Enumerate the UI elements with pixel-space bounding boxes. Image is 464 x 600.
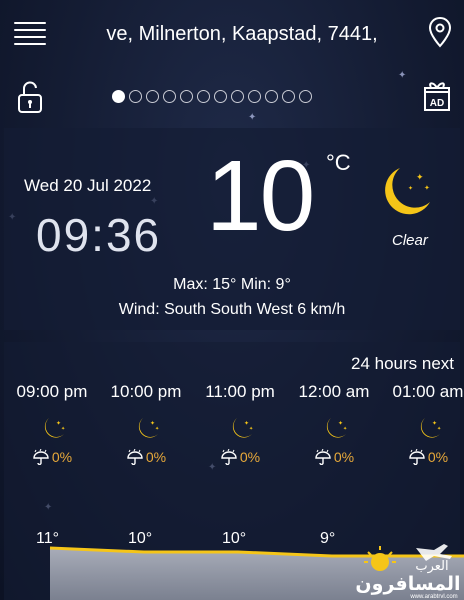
svg-text:المسافرون: المسافرون bbox=[355, 573, 460, 595]
temperature-unit: °C bbox=[326, 150, 351, 175]
hourly-time: 09:00 pm bbox=[16, 382, 88, 401]
umbrella-rain-icon bbox=[315, 449, 331, 465]
page-dot[interactable] bbox=[129, 90, 142, 103]
svg-text:AD: AD bbox=[430, 98, 444, 109]
wind-info: Wind: South South West 6 km/h bbox=[118, 301, 346, 318]
precipitation-value: 0% bbox=[145, 449, 167, 465]
precipitation: 0% bbox=[4, 449, 100, 465]
precipitation: 0% bbox=[380, 449, 464, 465]
hourly-temperature: 9° bbox=[320, 530, 336, 547]
crescent-moon-icon: ✦✦ bbox=[420, 418, 441, 438]
svg-text:✦: ✦ bbox=[408, 185, 413, 192]
precipitation-value: 0% bbox=[333, 449, 355, 465]
location-title[interactable]: ve, Milnerton, Kaapstad, 7441, bbox=[64, 22, 420, 46]
current-temperature: 10 bbox=[206, 140, 315, 252]
page-dot[interactable] bbox=[146, 90, 159, 103]
hourly-item[interactable]: 01:00 am ✦ ✦ 0% bbox=[380, 382, 464, 465]
crescent-moon-icon: ✦ ✦ ✦ bbox=[385, 168, 430, 215]
precipitation: 0% bbox=[286, 449, 382, 465]
page-dot[interactable] bbox=[197, 90, 210, 103]
current-date: Wed 20 Jul 2022 bbox=[24, 176, 152, 195]
max-min-temperature: Max: 15° Min: 9° bbox=[173, 276, 291, 293]
gift-ad-icon[interactable]: AD bbox=[422, 78, 452, 112]
hourly-time: 12:00 am bbox=[298, 382, 370, 401]
page-controls: AD bbox=[0, 76, 464, 120]
page-dot[interactable] bbox=[282, 90, 295, 103]
hourly-time: 10:00 pm bbox=[110, 382, 182, 401]
current-time: 09:36 bbox=[36, 209, 162, 261]
umbrella-rain-icon bbox=[409, 449, 425, 465]
page-dot[interactable] bbox=[180, 90, 193, 103]
crescent-moon-icon: ✦✦ bbox=[138, 418, 159, 438]
svg-text:✦: ✦ bbox=[155, 426, 159, 432]
svg-text:✦: ✦ bbox=[61, 426, 65, 432]
precipitation-value: 0% bbox=[239, 449, 261, 465]
hourly-item[interactable]: 11:00 pm ✦ ✦ 0% bbox=[192, 382, 288, 465]
unlocked-padlock-icon[interactable] bbox=[16, 80, 44, 114]
hamburger-menu-icon[interactable] bbox=[14, 20, 46, 46]
hourly-time: 11:00 pm bbox=[205, 382, 275, 401]
svg-text:✦: ✦ bbox=[343, 426, 347, 432]
umbrella-rain-icon bbox=[221, 449, 237, 465]
page-dot[interactable] bbox=[299, 90, 312, 103]
precipitation-value: 0% bbox=[51, 449, 73, 465]
hourly-temperature: 10° bbox=[128, 530, 153, 547]
svg-text:✦: ✦ bbox=[437, 426, 441, 432]
svg-text:✦: ✦ bbox=[424, 184, 430, 192]
hourly-time: 01:00 am bbox=[392, 382, 464, 401]
umbrella-rain-icon bbox=[127, 449, 143, 465]
arab-travelers-logo: العرب المسافرون www.arabtrvl.com bbox=[355, 544, 461, 600]
location-pin-icon[interactable] bbox=[428, 16, 452, 48]
page-dot[interactable] bbox=[265, 90, 278, 103]
hourly-title: 24 hours next bbox=[350, 354, 454, 373]
page-dot[interactable] bbox=[163, 90, 176, 103]
svg-text:✦: ✦ bbox=[416, 172, 424, 182]
crescent-moon-icon: ✦✦ bbox=[232, 418, 253, 438]
svg-text:✦: ✦ bbox=[249, 426, 253, 432]
page-dot[interactable] bbox=[248, 90, 261, 103]
umbrella-rain-icon bbox=[33, 449, 49, 465]
precipitation-value: 0% bbox=[427, 449, 449, 465]
crescent-moon-icon: ✦✦ bbox=[44, 418, 65, 438]
precipitation: 0% bbox=[192, 449, 288, 465]
hourly-item[interactable]: 09:00 pm ✦ ✦ 0% bbox=[4, 382, 100, 465]
page-dot[interactable] bbox=[112, 90, 125, 103]
hourly-temperature: 10° bbox=[222, 530, 247, 547]
crescent-moon-icon: ✦✦ bbox=[326, 418, 347, 438]
condition-label: Clear bbox=[392, 232, 428, 249]
hourly-item[interactable]: 12:00 am ✦ ✦ 0% bbox=[286, 382, 382, 465]
svg-text:www.arabtrvl.com: www.arabtrvl.com bbox=[409, 594, 457, 600]
page-dot[interactable] bbox=[231, 90, 244, 103]
hourly-item[interactable]: 10:00 pm ✦ ✦ 0% bbox=[98, 382, 194, 465]
precipitation: 0% bbox=[98, 449, 194, 465]
top-bar: ve, Milnerton, Kaapstad, 7441, bbox=[0, 0, 464, 70]
hourly-temperature: 11° bbox=[36, 530, 60, 547]
page-indicator[interactable] bbox=[112, 90, 312, 103]
svg-text:العرب: العرب bbox=[415, 559, 448, 574]
page-dot[interactable] bbox=[214, 90, 227, 103]
